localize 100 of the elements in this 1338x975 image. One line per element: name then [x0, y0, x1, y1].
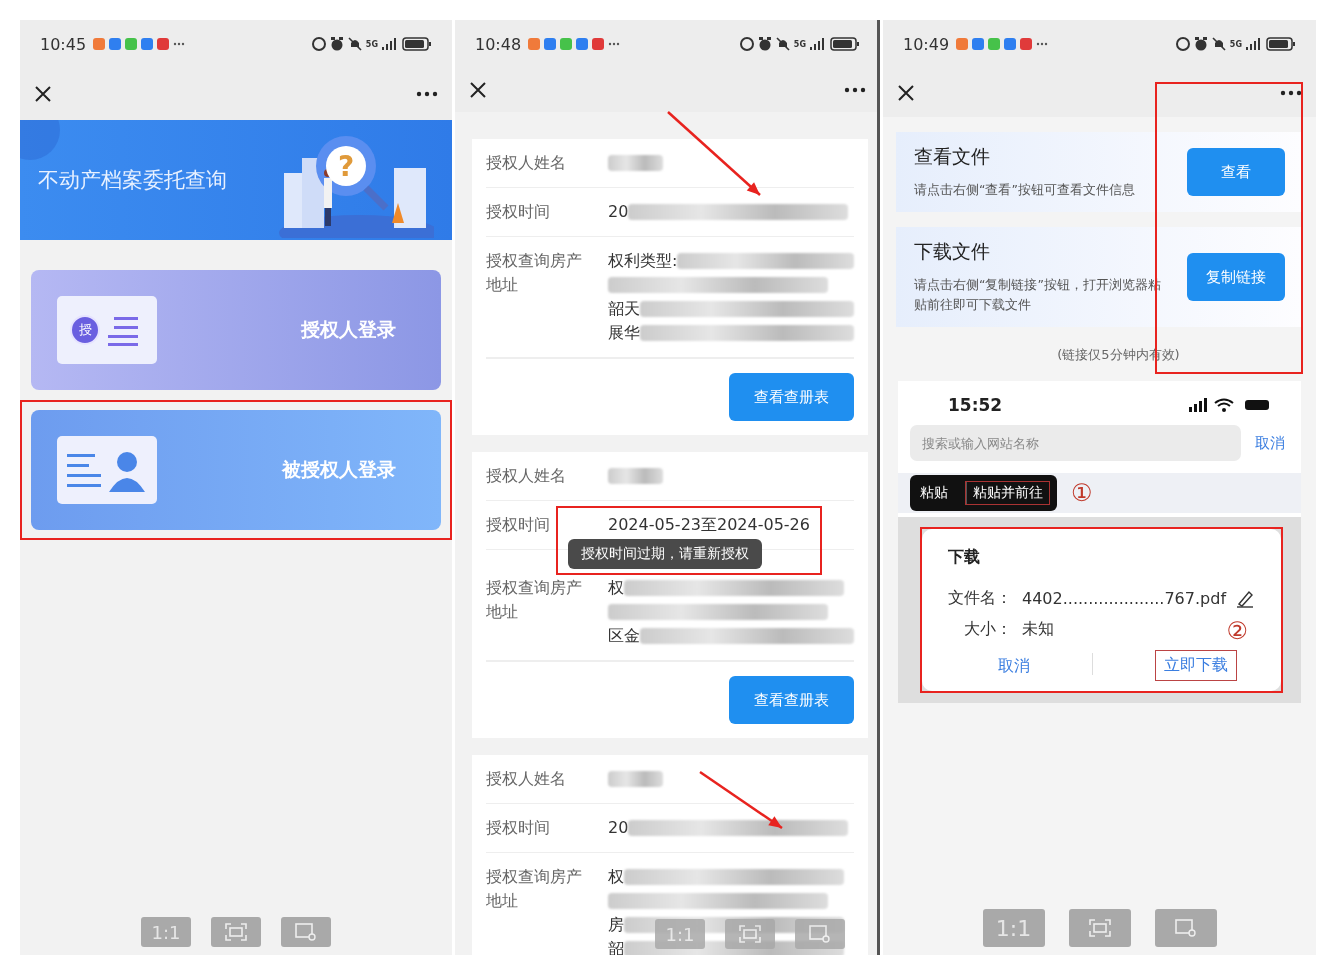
status-time: 10:45 [40, 34, 87, 54]
search-field[interactable]: 搜索或输入网站名称 [910, 425, 1241, 461]
badge: 授 [70, 315, 100, 345]
clock-icon [311, 37, 326, 51]
pencil-icon[interactable] [1236, 589, 1254, 608]
field-label: 授权查询房产地址 [486, 250, 583, 296]
login-option[interactable]: 被授权人登录 [31, 410, 441, 530]
crop-icon [1174, 919, 1197, 937]
crop-icon [295, 923, 317, 941]
redaction-blur [608, 771, 663, 787]
network-label: 5G [365, 39, 378, 49]
signal-icon [382, 38, 398, 50]
app-icon [528, 38, 541, 50]
field-value: 2024-05-23至2024-05-26 [608, 514, 810, 536]
app-icon [544, 38, 557, 50]
app-icon [141, 38, 154, 50]
step-number: ① [1071, 479, 1093, 507]
view-register-button[interactable]: 查看查册表 [729, 373, 854, 421]
card-title: 查看文件 [914, 144, 991, 169]
field-value: 房 [608, 914, 624, 936]
field-value: 权 [608, 866, 624, 888]
app-icon [1020, 38, 1033, 50]
view-button[interactable]: 查看 [1187, 148, 1285, 196]
app-icon [972, 38, 985, 50]
copy-link-button[interactable]: 复制链接 [1187, 253, 1285, 301]
app-icon [109, 38, 122, 50]
alarm-icon [757, 37, 772, 51]
field-label: 授权时间 [486, 817, 550, 839]
field-label: 授权人姓名 [486, 152, 566, 174]
dialog-title: 下载 [948, 547, 981, 568]
login-option[interactable]: 授 授权人登录 [31, 270, 441, 390]
signal-icon [1246, 38, 1262, 50]
more-icon[interactable] [1280, 89, 1302, 96]
field-label: 授权人姓名 [486, 465, 566, 487]
cancel-link[interactable]: 取消 [1255, 433, 1285, 453]
app-icon [576, 38, 589, 50]
file-name-label: 文件名： [948, 588, 1012, 609]
more-icon[interactable] [416, 91, 438, 97]
paste-menu-item[interactable]: 粘贴并前往 [966, 482, 1049, 504]
fit-screen-icon [739, 925, 761, 943]
field-value: 20 [608, 817, 629, 839]
actual-size-button[interactable]: 1:1 [982, 909, 1045, 947]
more-icon [608, 42, 621, 46]
file-name: 4402....................767.pdf [1022, 589, 1226, 608]
field-label: 授权人姓名 [486, 768, 566, 790]
field-value: 权 [608, 577, 624, 599]
app-icon [988, 38, 1001, 50]
field-label: 授权时间 [486, 514, 550, 536]
fit-screen-icon [1088, 919, 1111, 937]
signal-icon [810, 38, 826, 50]
status-time: 10:48 [475, 34, 522, 54]
redaction-blur [608, 155, 663, 171]
more-icon [173, 42, 186, 46]
battery-icon [830, 37, 860, 51]
actual-size-button[interactable]: 1:1 [141, 917, 191, 947]
toast-message: 授权时间过期，请重新授权 [568, 539, 762, 569]
app-icon [93, 38, 106, 50]
redaction-blur [608, 468, 663, 484]
app-icon [125, 38, 138, 50]
card-title: 下载文件 [914, 239, 991, 264]
mute-bell-icon [1211, 37, 1226, 51]
size-label: 大小： [964, 619, 1012, 640]
close-icon[interactable] [469, 81, 487, 99]
field-value: 20 [608, 201, 629, 223]
clock-icon [1175, 37, 1190, 51]
battery-icon [1266, 37, 1296, 51]
close-icon[interactable] [897, 83, 915, 102]
more-icon [1036, 42, 1049, 46]
phone-time: 15:52 [948, 395, 1003, 415]
field-label: 授权查询房产地址 [486, 866, 583, 912]
network-label: 5G [1229, 39, 1242, 49]
field-label: 授权查询房产地址 [486, 577, 583, 623]
field-value: 韶天 [608, 298, 640, 320]
network-label: 5G [793, 39, 806, 49]
app-icon [1004, 38, 1017, 50]
mute-bell-icon [775, 37, 790, 51]
alarm-icon [1193, 37, 1208, 51]
view-register-button[interactable]: 查看查册表 [729, 676, 854, 724]
size-value: 未知 [1022, 619, 1054, 640]
crop-icon [809, 925, 831, 943]
battery-icon [402, 37, 432, 51]
app-icon [560, 38, 573, 50]
app-icon [157, 38, 170, 50]
clock-icon [739, 37, 754, 51]
field-label: 授权时间 [486, 201, 550, 223]
app-icon [956, 38, 969, 50]
field-value: 区金 [608, 625, 640, 647]
card-description: 请点击右侧“查看”按钮可查看文件信息 [914, 181, 1136, 199]
close-icon[interactable] [34, 85, 52, 103]
mute-bell-icon [347, 37, 362, 51]
paste-menu-item[interactable]: 粘贴 [910, 481, 958, 505]
step-number: ② [1226, 617, 1248, 645]
alarm-icon [329, 37, 344, 51]
more-icon[interactable] [844, 87, 866, 93]
field-value: 展华 [608, 322, 640, 344]
banner-title: 不动产档案委托查询 [38, 167, 227, 194]
cancel-button[interactable]: 取消 [998, 652, 1030, 681]
field-value: 权利类型: [608, 250, 678, 272]
status-time: 10:49 [903, 34, 950, 54]
app-icon [592, 38, 605, 50]
